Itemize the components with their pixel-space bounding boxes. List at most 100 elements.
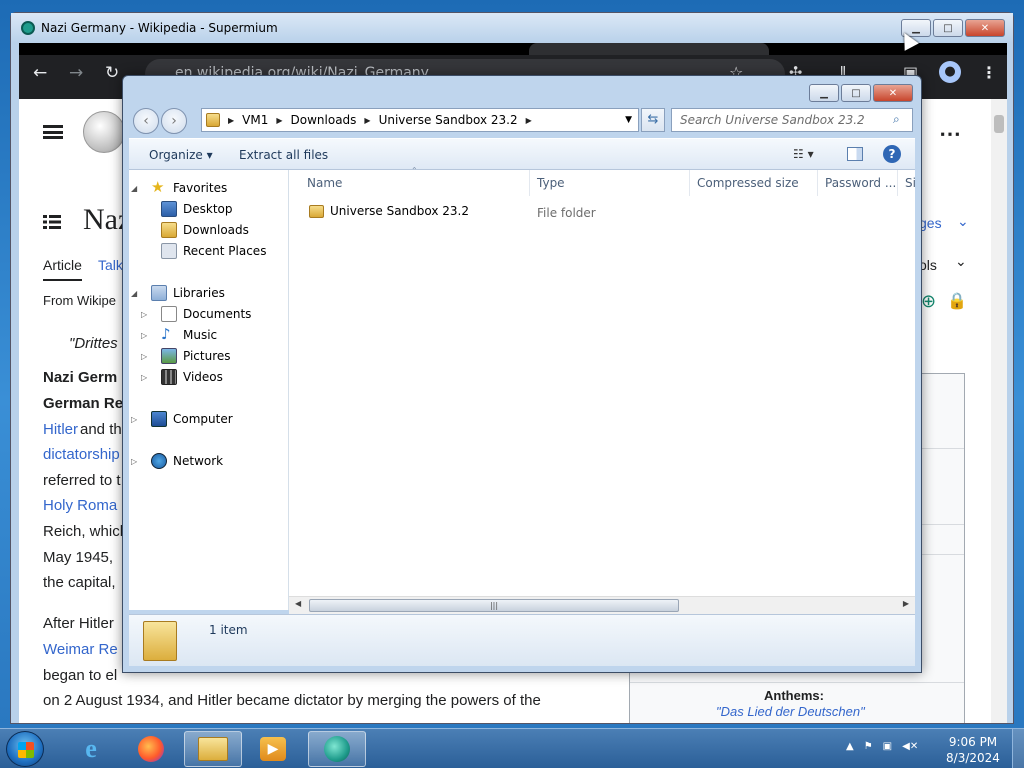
profile-icon[interactable]: ● [939, 61, 961, 83]
back-button[interactable]: ‹ [133, 108, 159, 134]
breadcrumb-item[interactable]: VM1 [242, 113, 268, 127]
para1-line: German Re [43, 395, 124, 412]
nav-documents[interactable]: ▷ Documents [141, 306, 251, 322]
scroll-thumb[interactable]: ||| [309, 599, 679, 612]
chevron-down-icon[interactable]: ⌄ [955, 253, 967, 270]
dropdown-icon[interactable]: ▼ [625, 115, 632, 125]
window-title: Nazi Germany - Wikipedia - Supermium [41, 21, 278, 35]
breadcrumb-item[interactable]: Universe Sandbox 23.2 [379, 113, 518, 127]
page-scrollbar[interactable] [991, 99, 1007, 723]
organize-button[interactable]: Organize ▾ [149, 148, 213, 162]
search-icon[interactable]: ⌕ [893, 112, 900, 127]
breadcrumb-arrow-icon[interactable]: ▶ [526, 116, 532, 125]
refresh-button[interactable]: ⇆ [641, 108, 665, 132]
maximize-button[interactable]: □ [841, 84, 871, 102]
nav-desktop[interactable]: Desktop [161, 201, 233, 217]
scroll-right-icon[interactable]: ▶ [903, 599, 909, 608]
help-icon[interactable]: ? [883, 145, 901, 163]
address-bar[interactable]: ▶ VM1 ▶ Downloads ▶ Universe Sandbox 23.… [201, 108, 639, 132]
chevron-down-icon[interactable]: ⌄ [957, 213, 969, 230]
expand-arrow-icon[interactable]: ▷ [141, 310, 147, 319]
show-hidden-icons-icon[interactable]: ▲ [846, 741, 854, 752]
tab-strip [19, 43, 1007, 55]
forward-icon[interactable]: → [69, 63, 83, 83]
horizontal-scrollbar[interactable]: ◀ ||| ▶ [289, 596, 915, 614]
taskbar-internet-explorer[interactable]: e [62, 731, 120, 767]
link-holy-roman[interactable]: Holy Roma [43, 497, 117, 514]
column-header-type[interactable]: Type [537, 176, 565, 190]
column-header-name[interactable]: Name [307, 176, 342, 190]
navigation-pane: ◢ ★ Favorites Desktop Downloads Recent P… [129, 170, 289, 610]
file-row[interactable]: Universe Sandbox 23.2 [309, 204, 469, 218]
nav-videos[interactable]: ▷ Videos [141, 369, 223, 385]
nav-network[interactable]: ▷ Network [131, 453, 223, 469]
tab-article[interactable]: Article [43, 257, 82, 281]
scroll-left-icon[interactable]: ◀ [295, 599, 301, 608]
browser-titlebar[interactable]: Nazi Germany - Wikipedia - Supermium ▁ □… [11, 13, 1013, 43]
nav-favorites[interactable]: ◢ ★ Favorites [131, 178, 228, 196]
wikipedia-logo[interactable] [83, 111, 125, 153]
extract-all-button[interactable]: Extract all files [239, 148, 328, 162]
clock[interactable]: 9:06 PM 8/3/2024 [938, 734, 1008, 766]
active-tab[interactable] [529, 43, 769, 55]
reload-icon[interactable]: ↻ [105, 63, 119, 83]
taskbar-file-explorer[interactable] [184, 731, 242, 767]
close-button[interactable]: ✕ [873, 84, 913, 102]
nav-label: Recent Places [183, 244, 267, 258]
nav-libraries[interactable]: ◢ Libraries [131, 285, 225, 301]
expand-arrow-icon[interactable]: ▷ [131, 457, 137, 466]
taskbar-media-player[interactable]: ▶ [244, 731, 302, 767]
scroll-thumb[interactable] [994, 115, 1004, 133]
breadcrumb-arrow-icon[interactable]: ▶ [276, 116, 282, 125]
view-options-icon[interactable]: ☷ ▾ [793, 147, 814, 161]
expand-arrow-icon[interactable]: ◢ [131, 184, 137, 193]
nav-recent-places[interactable]: Recent Places [161, 243, 266, 259]
add-icon[interactable]: ⊕ [921, 291, 936, 312]
breadcrumb-arrow-icon[interactable]: ▶ [364, 116, 370, 125]
network-tray-icon[interactable]: ▣ [883, 741, 892, 752]
start-button[interactable] [6, 731, 44, 767]
link-dictatorship[interactable]: dictatorship [43, 446, 120, 463]
column-header-size[interactable]: Si [905, 176, 916, 190]
forward-button[interactable]: › [161, 108, 187, 134]
nav-pictures[interactable]: ▷ Pictures [141, 348, 231, 364]
menu-icon[interactable]: ⋮ [981, 63, 997, 82]
nav-label: Pictures [183, 349, 231, 363]
languages-button[interactable]: ges [919, 215, 942, 231]
file-name[interactable]: Universe Sandbox 23.2 [330, 204, 469, 218]
expand-arrow-icon[interactable]: ▷ [131, 415, 137, 424]
search-input[interactable]: Search Universe Sandbox 23.2 [671, 108, 913, 132]
preview-pane-icon[interactable] [847, 147, 863, 161]
lock-icon[interactable]: 🔒 [947, 291, 967, 311]
breadcrumb-item[interactable]: Downloads [291, 113, 357, 127]
expand-arrow-icon[interactable]: ◢ [131, 289, 137, 298]
back-icon[interactable]: ← [33, 63, 47, 83]
action-center-flag-icon[interactable]: ⚑ [864, 741, 873, 752]
nav-music[interactable]: ▷ ♪ Music [141, 327, 217, 343]
volume-muted-icon[interactable]: ◀✕ [902, 741, 918, 752]
show-desktop-button[interactable] [1012, 729, 1024, 768]
breadcrumb-arrow-icon[interactable]: ▶ [228, 116, 234, 125]
close-button[interactable]: ✕ [965, 19, 1005, 37]
anthem-link[interactable]: "Das Lied der Deutschen" [716, 704, 865, 719]
maximize-button[interactable]: □ [933, 19, 963, 37]
hamburger-icon[interactable] [43, 125, 63, 139]
more-icon[interactable]: ⋯ [939, 121, 961, 147]
para1-line: the capital, [43, 574, 116, 591]
nav-computer[interactable]: ▷ Computer [131, 411, 233, 427]
column-header-compressed-size[interactable]: Compressed size [697, 176, 799, 190]
column-header-password[interactable]: Password ... [825, 176, 896, 190]
toc-icon[interactable] [43, 215, 61, 229]
minimize-button[interactable]: ▁ [809, 84, 839, 102]
taskbar-firefox[interactable] [122, 731, 180, 767]
link-weimar[interactable]: Weimar Re [43, 641, 118, 658]
expand-arrow-icon[interactable]: ▷ [141, 373, 147, 382]
nav-downloads[interactable]: Downloads [161, 222, 249, 238]
star-icon: ★ [151, 178, 165, 196]
nav-label: Favorites [173, 181, 228, 195]
taskbar-supermium[interactable] [308, 731, 366, 767]
expand-arrow-icon[interactable]: ▷ [141, 331, 147, 340]
link-hitler[interactable]: Hitler [43, 421, 78, 438]
expand-arrow-icon[interactable]: ▷ [141, 352, 147, 361]
tab-talk[interactable]: Talk [98, 257, 123, 273]
